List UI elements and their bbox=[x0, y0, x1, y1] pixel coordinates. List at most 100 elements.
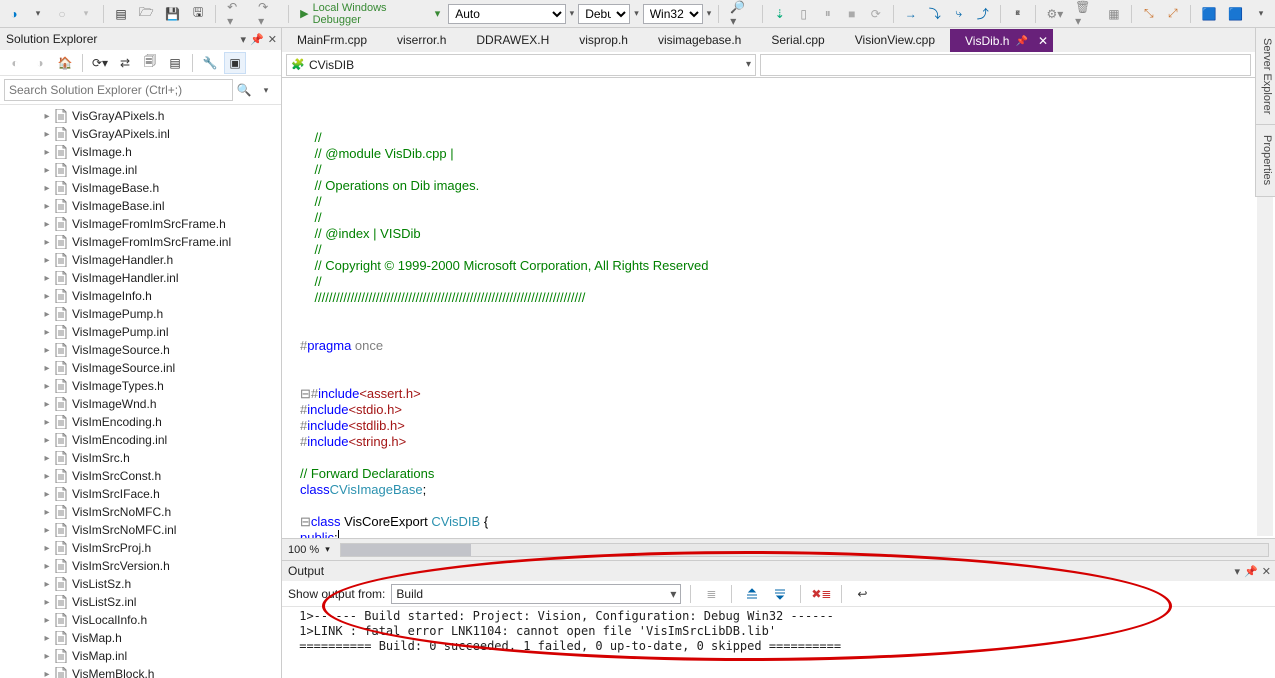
out-goto-button[interactable]: ≣ bbox=[700, 583, 722, 605]
pin-icon[interactable]: 📌 bbox=[250, 33, 264, 46]
tab-ddrawex-h[interactable]: DDRAWEX.H bbox=[461, 28, 564, 52]
tree-item[interactable]: ▸VisImageSource.inl bbox=[0, 359, 281, 377]
open-file-button[interactable]: 🗁 bbox=[135, 3, 158, 25]
platform-select[interactable]: Win32 bbox=[643, 4, 703, 24]
solution-search-input[interactable] bbox=[4, 79, 233, 101]
config-auto-dropdown[interactable]: ▾ bbox=[570, 8, 575, 19]
tree-item[interactable]: ▸VisImageFromImSrcFrame.h bbox=[0, 215, 281, 233]
tree-item[interactable]: ▸VisImSrcNoMFC.inl bbox=[0, 521, 281, 539]
bookmark1-button[interactable]: 🟦 bbox=[1198, 3, 1221, 25]
search-dropdown-icon[interactable]: ▾ bbox=[255, 79, 277, 101]
tree-item[interactable]: ▸VisImageHandler.h bbox=[0, 251, 281, 269]
se-collapse-button[interactable]: ▤ bbox=[164, 52, 186, 74]
tree-item[interactable]: ▸VisImageInfo.h bbox=[0, 287, 281, 305]
save-button[interactable]: 💾 bbox=[162, 3, 185, 25]
forward-button[interactable]: ○ bbox=[52, 3, 72, 25]
start-debug-button[interactable]: Local Windows Debugger ▾ bbox=[296, 3, 444, 25]
tree-item[interactable]: ▸VisImSrcVersion.h bbox=[0, 557, 281, 575]
tree-item[interactable]: ▸VisImage.h bbox=[0, 143, 281, 161]
dropdown3-button[interactable]: ▾ bbox=[1251, 3, 1271, 25]
zoom-level[interactable]: 100 % bbox=[288, 544, 319, 556]
tab-visimagebase-h[interactable]: visimagebase.h bbox=[643, 28, 756, 52]
output-body[interactable]: 1>------ Build started: Project: Vision,… bbox=[282, 607, 1275, 678]
platform-dropdown[interactable]: ▾ bbox=[707, 8, 712, 19]
panel-dropdown-icon[interactable]: ▾ bbox=[241, 33, 247, 46]
solution-config-auto[interactable]: Auto bbox=[448, 4, 565, 24]
bookmark2-button[interactable]: 🟦 bbox=[1224, 3, 1247, 25]
se-showall-button[interactable]: 🗐 bbox=[139, 52, 161, 74]
dbg-btn1[interactable]: ⇣ bbox=[770, 3, 790, 25]
step-over2-button[interactable]: ⤷ bbox=[949, 3, 969, 25]
tree-item[interactable]: ▸VisListSz.h bbox=[0, 575, 281, 593]
output-source-select[interactable]: Build bbox=[391, 584, 681, 604]
tree-item[interactable]: ▸VisLocalInfo.h bbox=[0, 611, 281, 629]
step-over-button[interactable]: ⤵ bbox=[925, 3, 945, 25]
back-dropdown[interactable]: ▾ bbox=[28, 3, 48, 25]
step-out-button[interactable]: ⤴ bbox=[973, 3, 993, 25]
save-all-button[interactable]: 🖫 bbox=[188, 3, 208, 25]
scope-select[interactable]: 🧩 CVisDIB ▾ bbox=[286, 54, 756, 76]
out-prev-button[interactable] bbox=[741, 583, 763, 605]
tree-item[interactable]: ▸VisMemBlock.h bbox=[0, 665, 281, 678]
tree-item[interactable]: ▸VisImSrcConst.h bbox=[0, 467, 281, 485]
se-refresh-button[interactable]: ⟳▾ bbox=[89, 52, 111, 74]
dbg-btn2[interactable]: ▯ bbox=[794, 3, 814, 25]
side-tab-properties[interactable]: Properties bbox=[1256, 125, 1275, 196]
tab-viserror-h[interactable]: viserror.h bbox=[382, 28, 461, 52]
toolbox-button[interactable]: ⚙▾ bbox=[1043, 3, 1067, 25]
pause-button[interactable]: ⏸ bbox=[818, 3, 838, 25]
pin-icon[interactable]: 📌 bbox=[1015, 36, 1027, 47]
tree-item[interactable]: ▸VisImageBase.h bbox=[0, 179, 281, 197]
member-select[interactable] bbox=[760, 54, 1251, 76]
tab-visprop-h[interactable]: visprop.h bbox=[564, 28, 643, 52]
tree-item[interactable]: ▸VisImSrc.h bbox=[0, 449, 281, 467]
step-into-button[interactable]: → bbox=[901, 3, 921, 25]
tree-item[interactable]: ▸VisImagePump.h bbox=[0, 305, 281, 323]
goto1-button[interactable]: ⤡ bbox=[1139, 3, 1159, 25]
side-tab-server-explorer[interactable]: Server Explorer bbox=[1256, 28, 1275, 125]
se-fwd-button[interactable]: ◑ bbox=[29, 52, 51, 74]
code-editor[interactable]: // // @module VisDib.cpp | // // Operati… bbox=[282, 78, 1275, 538]
undo-button[interactable]: ↶ ▾ bbox=[223, 3, 250, 25]
tree-item[interactable]: ▸VisImEncoding.h bbox=[0, 413, 281, 431]
hex-button[interactable]: ͯͤ bbox=[1008, 3, 1028, 25]
member-button[interactable]: 🗑▾ bbox=[1071, 3, 1100, 25]
se-sync-button[interactable]: ⇄ bbox=[114, 52, 136, 74]
tree-item[interactable]: ▸VisListSz.inl bbox=[0, 593, 281, 611]
tree-item[interactable]: ▸VisImageBase.inl bbox=[0, 197, 281, 215]
restart-button[interactable]: ⟳ bbox=[866, 3, 886, 25]
tree-item[interactable]: ▸VisImagePump.inl bbox=[0, 323, 281, 341]
goto2-button[interactable]: ⤢ bbox=[1163, 3, 1183, 25]
tree-item[interactable]: ▸VisImageWnd.h bbox=[0, 395, 281, 413]
tree-item[interactable]: ▸VisImSrcNoMFC.h bbox=[0, 503, 281, 521]
comment-button[interactable]: ▦ bbox=[1104, 3, 1124, 25]
stop-button[interactable]: ■ bbox=[842, 3, 862, 25]
redo-button[interactable]: ↷ ▾ bbox=[254, 3, 281, 25]
tree-item[interactable]: ▸VisGrayAPixels.inl bbox=[0, 125, 281, 143]
tree-item[interactable]: ▸VisImSrcIFace.h bbox=[0, 485, 281, 503]
tree-item[interactable]: ▸VisImEncoding.inl bbox=[0, 431, 281, 449]
forward-dropdown[interactable]: ▾ bbox=[76, 3, 96, 25]
panel-dropdown-icon[interactable]: ▾ bbox=[1235, 565, 1241, 578]
out-next-button[interactable] bbox=[769, 583, 791, 605]
solution-tree[interactable]: ▸VisGrayAPixels.h▸VisGrayAPixels.inl▸Vis… bbox=[0, 105, 281, 678]
tree-item[interactable]: ▸VisMap.h bbox=[0, 629, 281, 647]
tab-visdib-h[interactable]: VisDib.h📌✕ bbox=[950, 29, 1053, 52]
config-dropdown[interactable]: ▾ bbox=[634, 8, 639, 19]
se-properties-button[interactable]: 🔧 bbox=[199, 52, 221, 74]
out-wrap-button[interactable]: ↩ bbox=[851, 583, 873, 605]
tab-visionview-cpp[interactable]: VisionView.cpp bbox=[840, 28, 950, 52]
close-icon[interactable]: ✕ bbox=[1262, 565, 1271, 578]
tree-item[interactable]: ▸VisImageTypes.h bbox=[0, 377, 281, 395]
tree-item[interactable]: ▸VisImage.inl bbox=[0, 161, 281, 179]
close-icon[interactable]: ✕ bbox=[268, 33, 277, 46]
se-preview-button[interactable]: ▣ bbox=[224, 52, 246, 74]
solution-config-select[interactable]: Debug bbox=[578, 4, 630, 24]
pin-icon[interactable]: 📌 bbox=[1244, 565, 1258, 578]
tab-serial-cpp[interactable]: Serial.cpp bbox=[756, 28, 839, 52]
tree-item[interactable]: ▸VisImageHandler.inl bbox=[0, 269, 281, 287]
tree-item[interactable]: ▸VisImageSource.h bbox=[0, 341, 281, 359]
tree-item[interactable]: ▸VisMap.inl bbox=[0, 647, 281, 665]
tree-item[interactable]: ▸VisImageFromImSrcFrame.inl bbox=[0, 233, 281, 251]
new-project-button[interactable]: ▤ bbox=[111, 3, 131, 25]
